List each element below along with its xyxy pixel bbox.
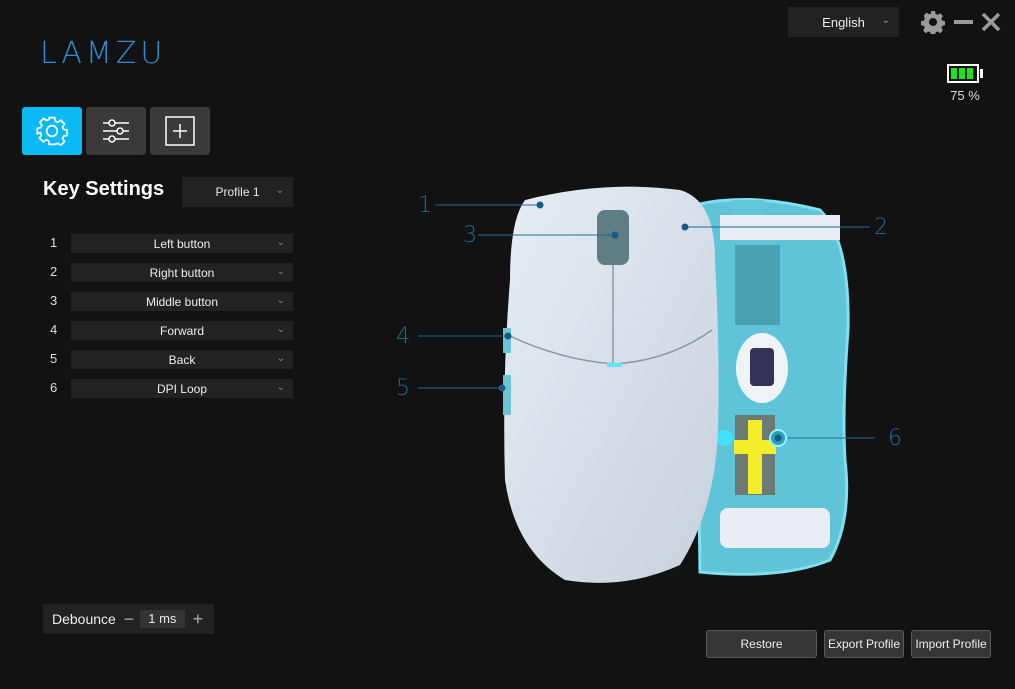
debounce-increase-button[interactable]: +	[189, 609, 207, 630]
restore-button[interactable]: Restore	[706, 630, 817, 658]
debounce-control: Debounce − 1 ms +	[43, 604, 214, 634]
callout-5: 5	[396, 376, 410, 401]
plus-square-icon	[165, 116, 195, 146]
callout-6: 6	[888, 426, 902, 451]
key-action-value: DPI Loop	[156, 381, 208, 396]
key-action-value: Left button	[153, 236, 211, 251]
battery-percent: 75 %	[950, 88, 980, 103]
sliders-icon	[103, 119, 129, 143]
debounce-value: 1 ms	[139, 610, 185, 628]
tab-macro[interactable]	[150, 107, 210, 155]
key-action-select[interactable]: Right button ⌄	[71, 263, 293, 282]
language-value: English	[822, 14, 865, 30]
tab-key-settings[interactable]	[22, 107, 82, 155]
page-title: Key Settings	[43, 178, 165, 200]
chevron-down-icon: ⌄	[276, 295, 285, 306]
key-action-select[interactable]: Back ⌄	[71, 350, 293, 369]
tab-performance[interactable]	[86, 107, 146, 155]
key-action-value: Back	[168, 352, 196, 367]
key-action-select[interactable]: Middle button ⌄	[71, 292, 293, 311]
chevron-down-icon: ⌄	[276, 266, 285, 277]
callout-4: 4	[396, 324, 410, 349]
gear-icon	[36, 116, 68, 147]
battery-cell	[967, 68, 973, 79]
profile-value: Profile 1	[215, 185, 260, 199]
chevron-down-icon: ⌄	[276, 353, 285, 364]
key-number: 5	[50, 351, 58, 366]
chevron-down-icon: ⌄	[275, 185, 284, 196]
key-action-value: Right button	[149, 265, 215, 280]
key-number: 4	[50, 322, 58, 337]
battery-tip	[980, 69, 983, 78]
callout-3: 3	[463, 223, 477, 248]
close-icon[interactable]	[979, 10, 1003, 34]
chevron-down-icon: ⌄	[276, 324, 285, 335]
key-row: 6 DPI Loop ⌄	[43, 379, 293, 398]
key-action-value: Middle button	[145, 294, 219, 309]
chevron-down-icon: ⌄	[276, 237, 285, 248]
debounce-label: Debounce	[52, 611, 116, 627]
callout-2: 2	[874, 215, 888, 240]
debounce-decrease-button[interactable]: −	[120, 609, 138, 630]
gear-icon[interactable]	[920, 10, 946, 36]
key-row: 1 Left button ⌄	[43, 234, 293, 253]
key-row: 4 Forward ⌄	[43, 321, 293, 340]
key-action-value: Forward	[159, 323, 204, 338]
chevron-down-icon: ⌄	[881, 15, 890, 26]
profile-select[interactable]: Profile 1 ⌄	[182, 177, 293, 207]
key-action-select[interactable]: DPI Loop ⌄	[71, 379, 293, 398]
key-number: 3	[50, 293, 58, 308]
battery-cell	[959, 68, 965, 79]
key-action-select[interactable]: Left button ⌄	[71, 234, 293, 253]
battery-cell	[951, 68, 957, 79]
minimize-icon[interactable]	[952, 10, 976, 34]
key-action-select[interactable]: Forward ⌄	[71, 321, 293, 340]
key-number: 6	[50, 380, 58, 395]
language-select[interactable]: English ⌄	[788, 7, 899, 37]
import-profile-button[interactable]: Import Profile	[911, 630, 991, 658]
key-row: 3 Middle button ⌄	[43, 292, 293, 311]
lamzu-logo: LAMZU	[40, 36, 167, 71]
key-row: 5 Back ⌄	[43, 350, 293, 369]
battery-icon	[947, 64, 979, 83]
chevron-down-icon: ⌄	[276, 382, 285, 393]
key-number: 2	[50, 264, 58, 279]
export-profile-button[interactable]: Export Profile	[824, 630, 904, 658]
key-row: 2 Right button ⌄	[43, 263, 293, 282]
key-number: 1	[50, 235, 58, 250]
callout-1: 1	[418, 193, 432, 218]
